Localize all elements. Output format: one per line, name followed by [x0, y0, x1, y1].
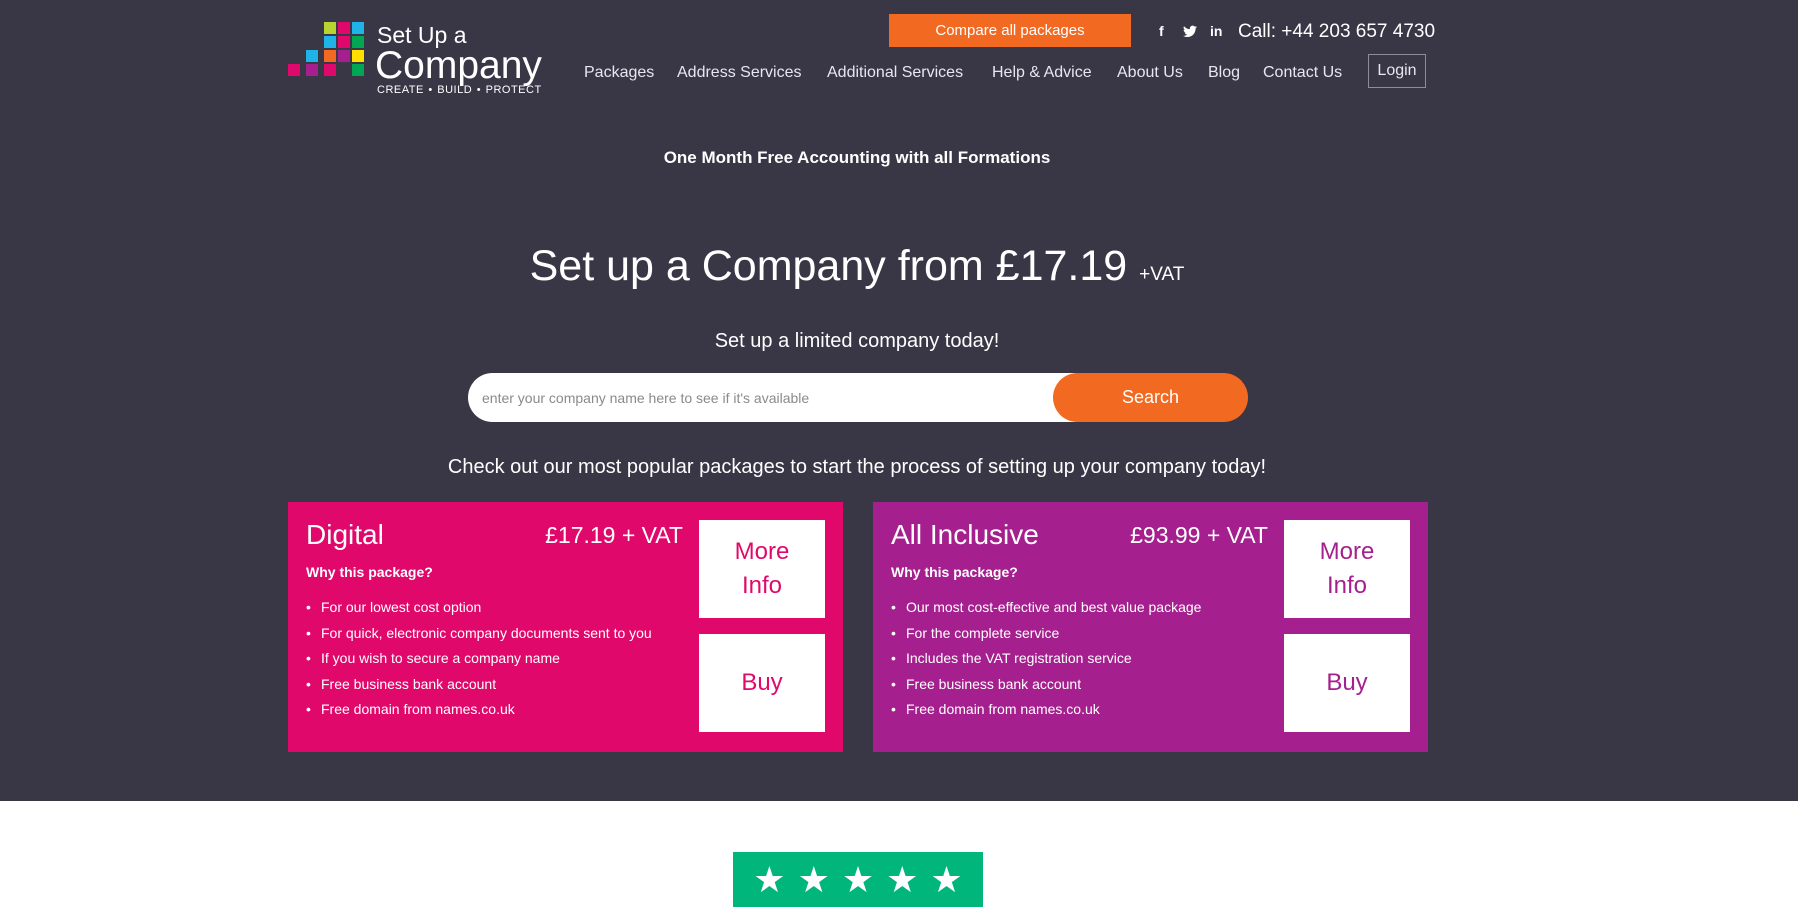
hero-headline-text: Set up a Company from £17.19 — [529, 242, 1128, 290]
call-prefix: Call: — [1238, 21, 1277, 42]
phone-number[interactable]: +44 203 657 4730 — [1281, 21, 1435, 42]
buy-button[interactable]: Buy — [1284, 634, 1410, 732]
package-features: For our lowest cost option For quick, el… — [306, 595, 652, 723]
more-info-label: More Info — [1319, 538, 1375, 599]
nav-blog[interactable]: Blog — [1208, 62, 1240, 84]
buy-button[interactable]: Buy — [699, 634, 825, 732]
feature-item: Includes the VAT registration service — [891, 646, 1201, 672]
package-name: Digital — [306, 519, 384, 550]
login-button[interactable]: Login — [1368, 54, 1426, 88]
logo-tagline: CREATE • BUILD • PROTECT — [377, 84, 542, 96]
more-info-label: More Info — [734, 538, 790, 599]
feature-item: For our lowest cost option — [306, 595, 652, 621]
company-name-input[interactable] — [468, 373, 1088, 422]
compare-packages-button[interactable]: Compare all packages — [889, 14, 1131, 47]
package-why: Why this package? — [306, 564, 433, 580]
nav-address-services[interactable]: Address Services — [677, 62, 802, 84]
nav-additional-services[interactable]: Additional Services — [827, 62, 963, 84]
logo-mosaic-icon — [288, 22, 364, 78]
more-info-button[interactable]: More Info — [699, 520, 825, 618]
hero-section: Set Up a Company CREATE • BUILD • PROTEC… — [0, 0, 1798, 801]
nav-about-us[interactable]: About Us — [1117, 62, 1183, 84]
feature-item: For the complete service — [891, 621, 1201, 647]
package-price: £17.19 + VAT — [545, 522, 683, 548]
nav-packages[interactable]: Packages — [584, 62, 654, 84]
star-icon: ★ — [753, 858, 786, 900]
hero-subline: Set up a limited company today! — [714, 330, 1000, 352]
trustpilot-rating[interactable]: ★ ★ ★ ★ ★ — [733, 852, 983, 907]
promo-banner: One Month Free Accounting with all Forma… — [663, 148, 1051, 167]
star-icon: ★ — [797, 858, 830, 900]
feature-item: Our most cost-effective and best value p… — [891, 595, 1201, 621]
facebook-icon[interactable]: f — [1159, 22, 1164, 40]
hero-headline: Set up a Company from £17.19 +VAT — [0, 238, 1714, 303]
nav-help-advice[interactable]: Help & Advice — [992, 62, 1092, 84]
linkedin-icon[interactable]: in — [1210, 22, 1222, 40]
company-search: Search — [468, 373, 1248, 422]
twitter-icon[interactable] — [1183, 22, 1197, 42]
star-icon: ★ — [930, 858, 963, 900]
feature-item: Free business bank account — [891, 672, 1201, 698]
logo-text-main: Company — [375, 44, 542, 87]
hero-headline-vat: +VAT — [1139, 264, 1185, 285]
star-icon: ★ — [841, 858, 875, 900]
call-phone[interactable]: Call: +44 203 657 4730 — [1238, 20, 1435, 44]
more-info-button[interactable]: More Info — [1284, 520, 1410, 618]
nav-contact-us[interactable]: Contact Us — [1263, 62, 1342, 84]
package-features: Our most cost-effective and best value p… — [891, 595, 1201, 723]
search-button[interactable]: Search — [1053, 373, 1248, 422]
feature-item: For quick, electronic company documents … — [306, 621, 652, 647]
feature-item: Free domain from names.co.uk — [891, 697, 1201, 723]
package-card-all-inclusive: All Inclusive £93.99 + VAT Why this pack… — [873, 502, 1428, 752]
package-price: £93.99 + VAT — [1130, 522, 1268, 548]
feature-item: Free business bank account — [306, 672, 652, 698]
package-why: Why this package? — [891, 564, 1018, 580]
star-icon: ★ — [886, 858, 919, 900]
feature-item: If you wish to secure a company name — [306, 646, 652, 672]
site-logo[interactable]: Set Up a Company CREATE • BUILD • PROTEC… — [288, 22, 548, 102]
package-card-digital: Digital £17.19 + VAT Why this package? F… — [288, 502, 843, 752]
package-name: All Inclusive — [891, 519, 1039, 550]
packages-heading: Check out our most popular packages to s… — [447, 456, 1267, 478]
feature-item: Free domain from names.co.uk — [306, 697, 652, 723]
